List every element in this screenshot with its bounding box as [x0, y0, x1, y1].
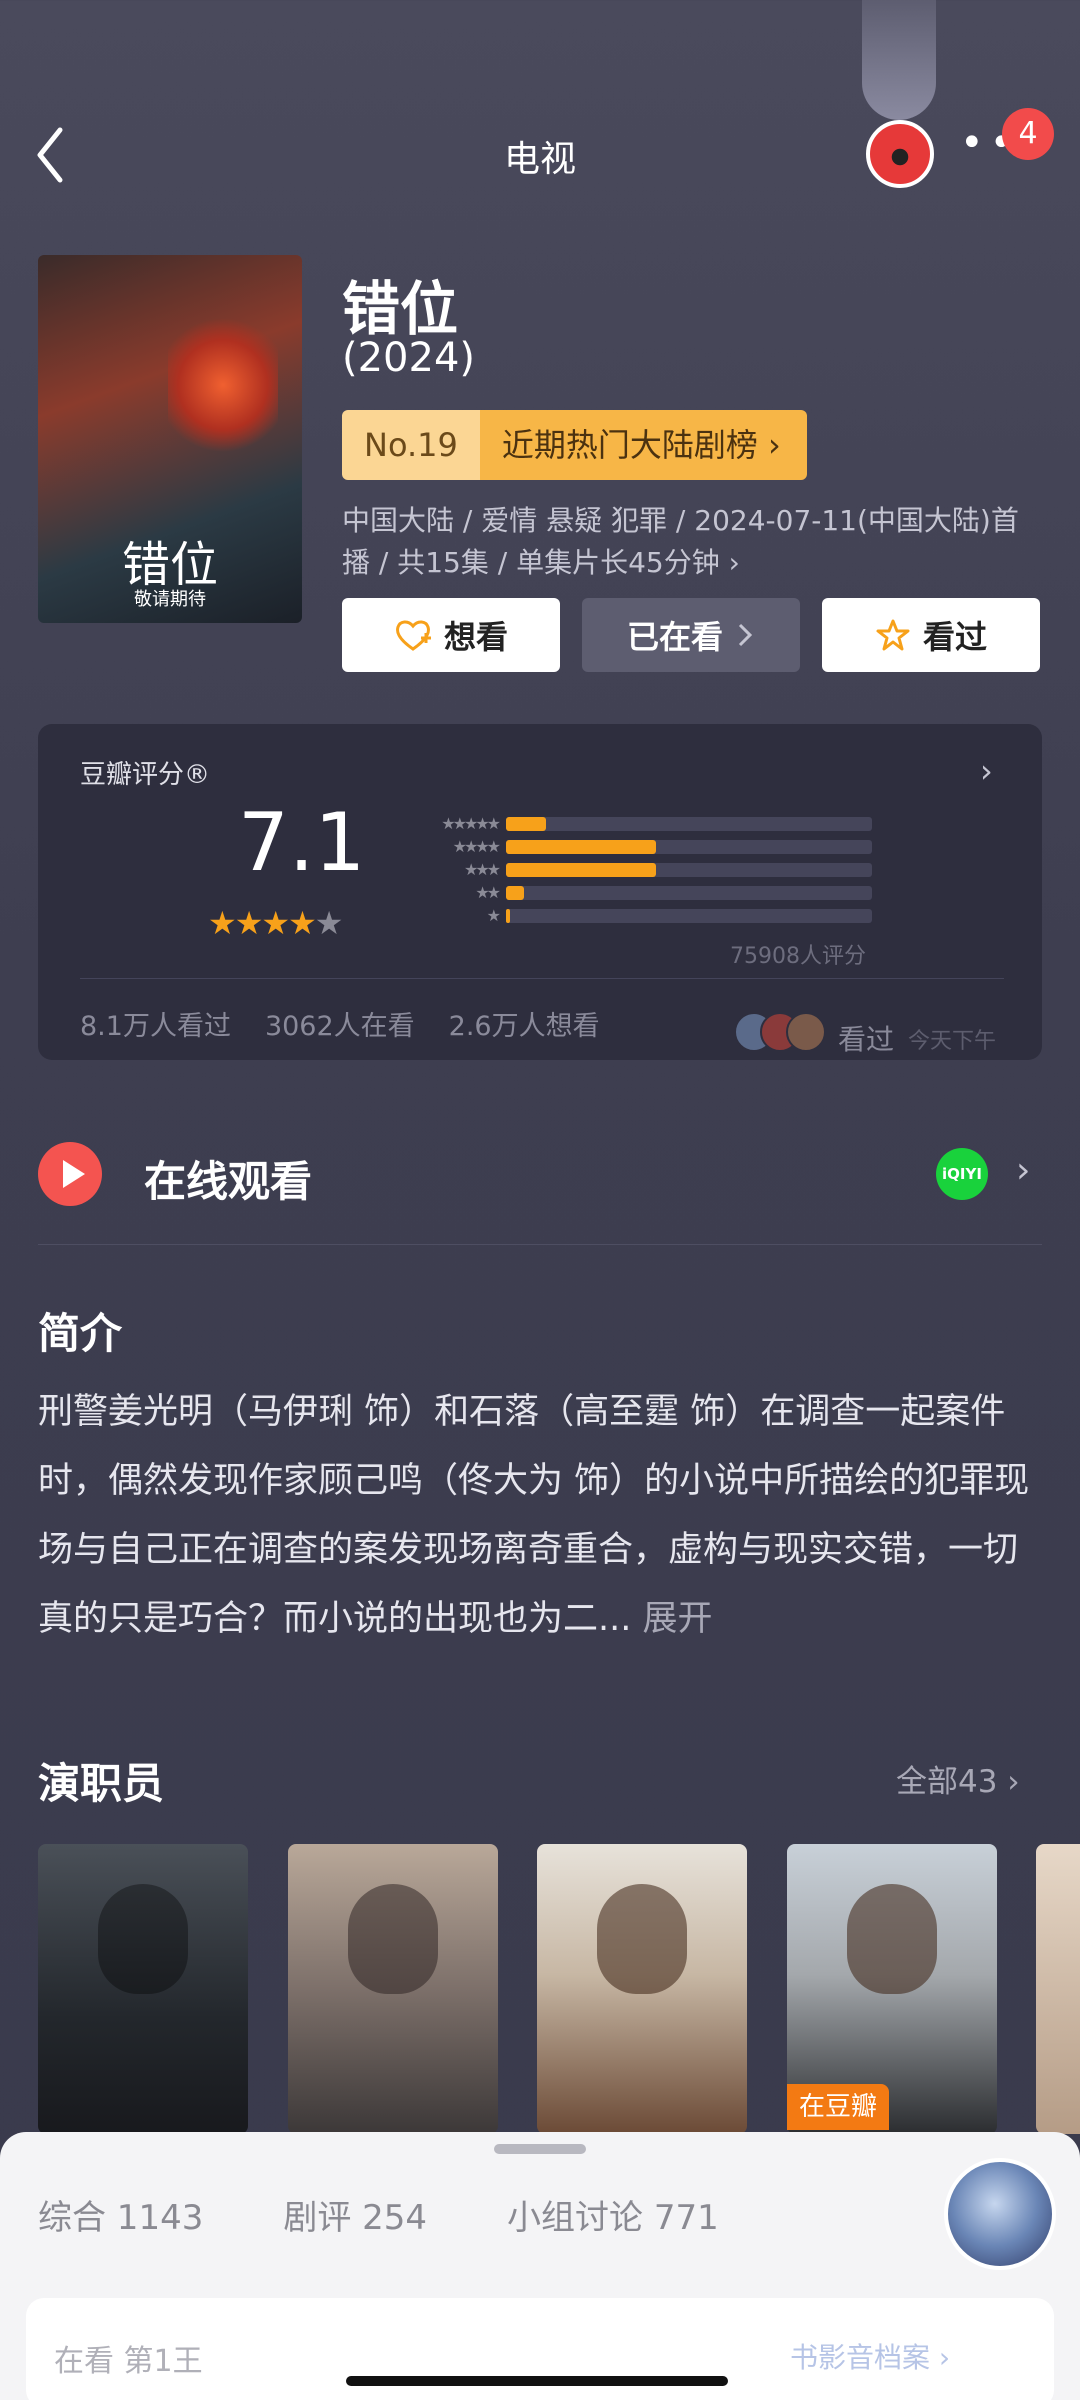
cast-head: [348, 1884, 438, 1994]
two-stars-icon: ★★: [475, 883, 501, 902]
friends-seen-time: 今天下午: [908, 1029, 997, 1054]
watching-label: 已在看: [626, 618, 723, 656]
stat-watching: 3062人在看: [264, 1011, 415, 1042]
star-empty-icon: ★: [314, 904, 344, 942]
page-title: 电视: [503, 139, 576, 180]
movie-title: 错位: [342, 275, 459, 343]
watched-button[interactable]: 看过: [822, 598, 1040, 672]
cast-head: [98, 1884, 188, 1994]
pendant-hanger: [862, 0, 936, 120]
star-icon: [876, 619, 910, 651]
rating-bar-4: [506, 839, 657, 854]
sheet-grab-handle[interactable]: [494, 2144, 586, 2154]
rating-bar-5: [506, 816, 547, 831]
rating-bar-2: [506, 885, 525, 900]
play-icon[interactable]: [38, 1142, 102, 1206]
cast-photo[interactable]: [537, 1844, 747, 2134]
iqiyi-icon[interactable]: iQIYI: [936, 1148, 988, 1200]
online-chevron-icon[interactable]: ›: [1016, 1150, 1030, 1191]
star-full-icon: ★: [234, 904, 264, 942]
douban-tag: 在豆瓣: [787, 2084, 890, 2130]
sheet-avatar[interactable]: [944, 2158, 1056, 2270]
sheet-card-link[interactable]: 书影音档案 ›: [790, 2336, 950, 2376]
cast-photo[interactable]: [38, 1844, 248, 2134]
sheet-tabs: 综合 1143 剧评 254 小组讨论 771: [38, 2190, 719, 2239]
movie-meta[interactable]: 中国大陆 / 爱情 悬疑 犯罪 / 2024-07-11(中国大陆)首播 / 共…: [342, 500, 1042, 584]
heart-plus-icon: [396, 620, 431, 651]
intro-heading: 简介: [38, 1309, 123, 1358]
rating-row-4: ★★★★: [398, 835, 872, 858]
rating-row-5: ★★★★★: [398, 812, 872, 835]
rating-bar-3: [506, 862, 657, 877]
poster-subtitle: 敬请期待: [134, 589, 206, 610]
rating-label: 豆瓣评分®: [80, 760, 211, 790]
movie-year: (2024): [342, 335, 476, 381]
stat-seen: 8.1万人看过: [80, 1011, 231, 1042]
four-stars-icon: ★★★★: [452, 837, 501, 856]
cast-all-link[interactable]: 全部43 ›: [896, 1756, 1020, 1801]
friend-avatars[interactable]: [734, 1012, 826, 1052]
want-button[interactable]: 想看: [342, 598, 560, 672]
cast-photo[interactable]: [1036, 1844, 1080, 2134]
rating-row-2: ★★: [398, 881, 872, 904]
tab-group-discussion[interactable]: 小组讨论 771: [507, 2190, 719, 2239]
intro-body: 刑警姜光明（马伊琍 饰）和石落（高至霆 饰）在调查一起案件时，偶然发现作家顾己鸣…: [38, 1392, 1030, 1639]
friend-avatar: [786, 1012, 826, 1052]
rank-banner[interactable]: No.19 近期热门大陆剧榜 ›: [342, 410, 807, 480]
rating-distribution: ★★★★★ ★★★★ ★★★ ★★ ★: [398, 812, 872, 927]
cast-head: [597, 1884, 687, 1994]
intro-text[interactable]: 刑警姜光明（马伊琍 饰）和石落（高至霆 饰）在调查一起案件时，偶然发现作家顾己鸣…: [38, 1378, 1048, 1654]
want-label: 想看: [443, 618, 508, 656]
rating-count: 75908人评分: [730, 944, 866, 969]
expand-link[interactable]: 展开: [643, 1599, 713, 1639]
tab-reviews[interactable]: 剧评 254: [283, 2190, 427, 2239]
star-half-icon: ★: [288, 904, 317, 942]
poster-lamp: [168, 315, 278, 455]
friends-seen-label: 看过: [838, 1023, 895, 1056]
rating-bar-1: [506, 908, 510, 923]
watching-button[interactable]: 已在看: [582, 598, 800, 672]
cast-head: [847, 1884, 937, 1994]
three-stars-icon: ★★★: [463, 860, 501, 879]
rating-score: 7.1: [238, 796, 366, 889]
star-full-icon: ★: [261, 904, 290, 942]
watched-label: 看过: [922, 618, 987, 656]
star-full-icon: ★: [208, 904, 237, 942]
stat-want: 2.6万人想看: [448, 1011, 600, 1042]
rank-number: No.19: [342, 410, 480, 480]
rating-divider: [80, 978, 1004, 979]
rating-chevron-icon[interactable]: ›: [980, 752, 993, 790]
tab-overview[interactable]: 综合 1143: [38, 2190, 203, 2239]
chevron-right-icon: [738, 623, 753, 647]
cast-photo[interactable]: [288, 1844, 498, 2134]
rating-stars: ★★★★★: [208, 904, 344, 942]
sheet-card-text: 在看 第1王: [54, 2344, 203, 2379]
rating-row-1: ★: [398, 904, 872, 927]
home-indicator[interactable]: [346, 2376, 728, 2386]
online-watch-label[interactable]: 在线观看: [144, 1148, 312, 1209]
rating-row-3: ★★★: [398, 858, 872, 881]
rating-stats: 8.1万人看过 3062人在看 2.6万人想看: [80, 1004, 600, 1043]
poster-image[interactable]: 错位 敬请期待: [38, 255, 302, 623]
five-stars-icon: ★★★★★: [441, 814, 501, 833]
notification-badge: 4: [1002, 108, 1054, 160]
rank-label: 近期热门大陆剧榜 ›: [479, 410, 807, 480]
section-divider: [38, 1244, 1042, 1245]
cast-heading: 演职员: [38, 1759, 165, 1808]
one-star-icon: ★: [486, 906, 501, 925]
